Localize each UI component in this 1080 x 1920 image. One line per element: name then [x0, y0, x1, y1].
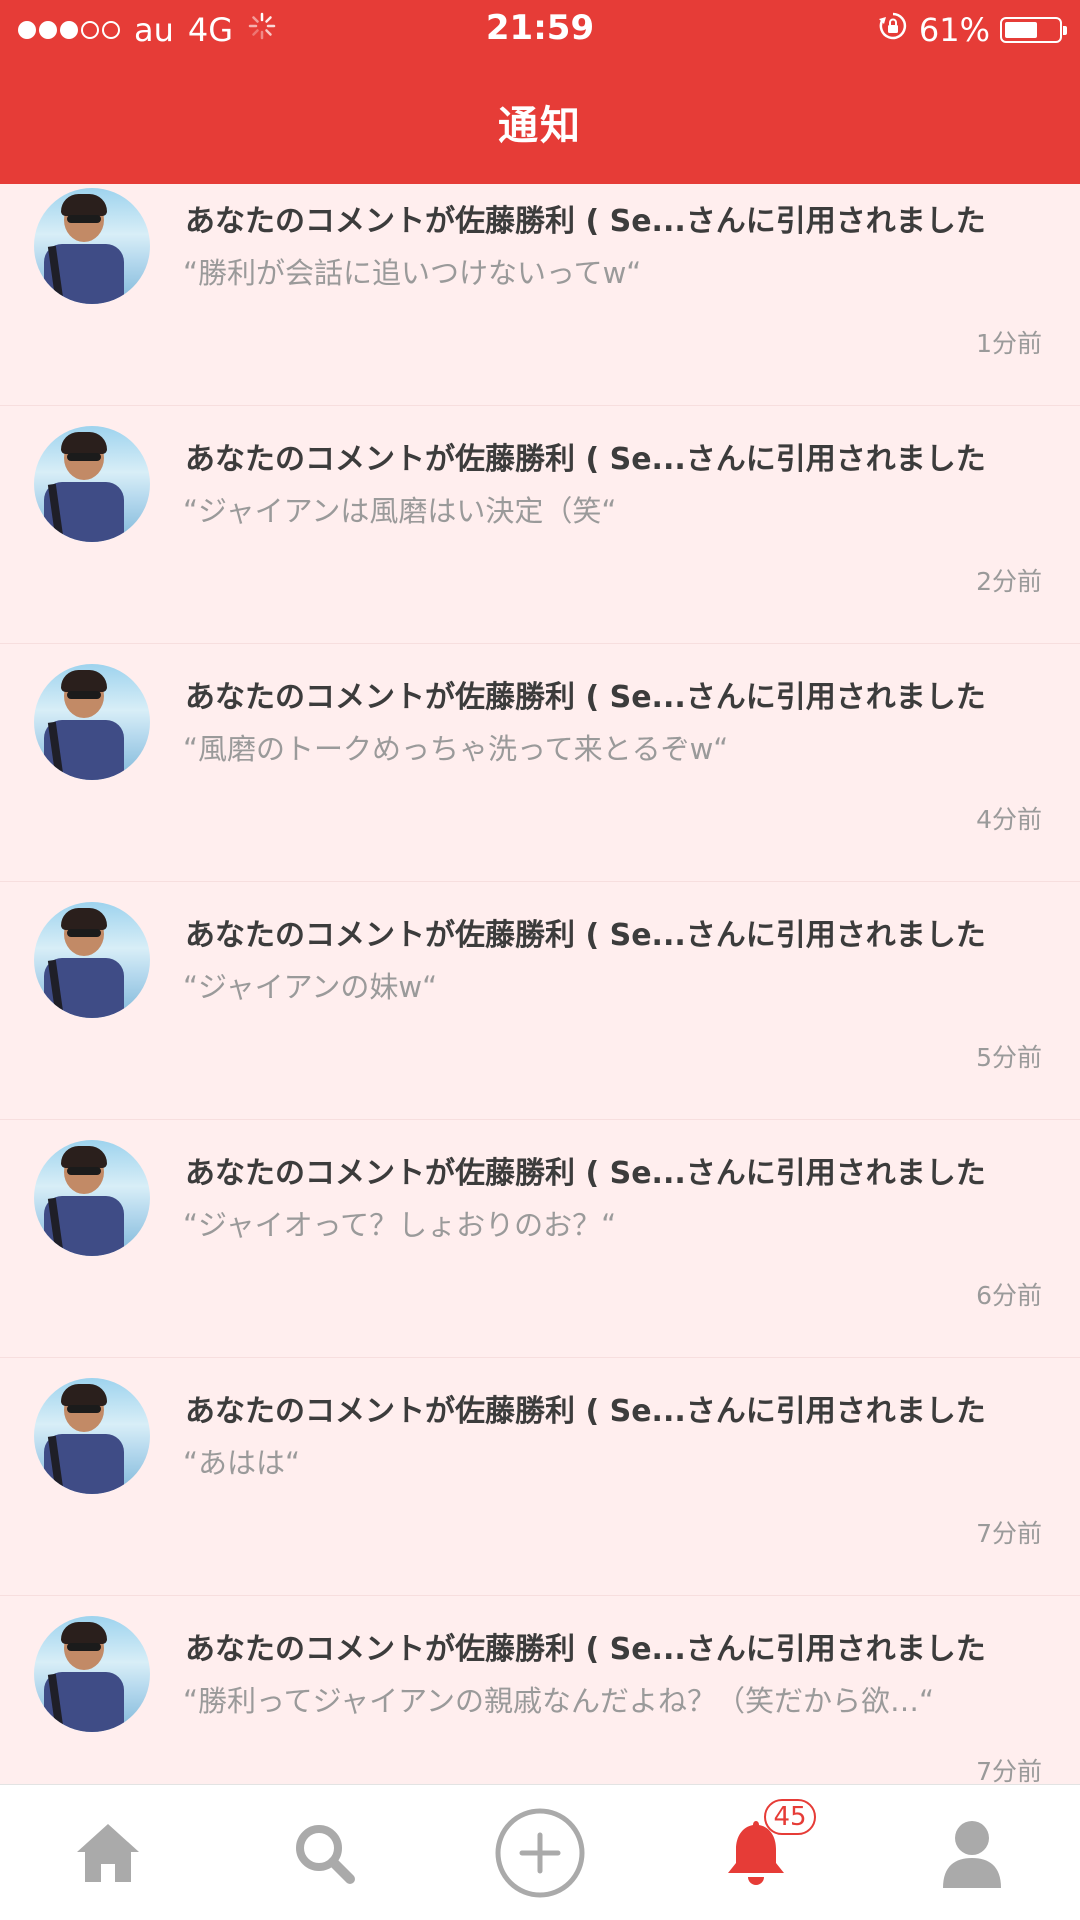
home-icon	[75, 1822, 141, 1884]
battery-tip	[1063, 26, 1067, 35]
notification-item[interactable]: あなたのコメントが佐藤勝利 ( Se...さんに引用されました “勝利ってジャイア…	[0, 1596, 1080, 1784]
battery-icon	[1000, 17, 1067, 43]
tab-search[interactable]	[216, 1785, 432, 1920]
avatar[interactable]	[34, 426, 150, 542]
notification-quote: “勝利が会話に追いつけないってw“	[183, 256, 642, 290]
header: au 4G 21:59 61% 通知	[0, 0, 1080, 184]
avatar-hair	[61, 1146, 107, 1168]
notification-item[interactable]: あなたのコメントが佐藤勝利 ( Se...さんに引用されました “ジャイアンの妹w…	[0, 882, 1080, 1120]
avatar-sunglasses	[67, 1167, 101, 1175]
page-title: 通知	[498, 103, 582, 149]
notification-item[interactable]: あなたのコメントが佐藤勝利 ( Se...さんに引用されました “勝利が会話に追い…	[0, 184, 1080, 406]
tab-home[interactable]	[0, 1785, 216, 1920]
search-icon	[292, 1821, 356, 1885]
notification-time: 1分前	[976, 329, 1042, 358]
notification-quote: “風磨のトークめっちゃ洗って来とるぞw“	[183, 732, 729, 766]
notification-quote: “勝利ってジャイアンの親戚なんだよね？（笑だから欲…“	[183, 1684, 934, 1718]
avatar[interactable]	[34, 902, 150, 1018]
avatar-sunglasses	[67, 453, 101, 461]
notification-title: あなたのコメントが佐藤勝利 ( Se...さんに引用されました	[185, 442, 986, 477]
notification-time: 7分前	[976, 1519, 1042, 1548]
notification-list[interactable]: あなたのコメントが佐藤勝利 ( Se...さんに引用されました “勝利が会話に追い…	[0, 184, 1080, 1784]
notification-title: あなたのコメントが佐藤勝利 ( Se...さんに引用されました	[185, 1156, 986, 1191]
avatar-sunglasses	[67, 1405, 101, 1413]
avatar-hair	[61, 908, 107, 930]
notification-quote: “ジャイアンは風磨はい決定（笑“	[183, 494, 617, 528]
tab-bar: 45	[0, 1784, 1080, 1920]
notification-title: あなたのコメントが佐藤勝利 ( Se...さんに引用されました	[185, 1394, 986, 1429]
avatar[interactable]	[34, 664, 150, 780]
notification-list-content: あなたのコメントが佐藤勝利 ( Se...さんに引用されました “勝利が会話に追い…	[0, 184, 1080, 1784]
notification-quote: “ジャイオって？しょおりのお？“	[183, 1208, 617, 1242]
avatar-sunglasses	[67, 215, 101, 223]
notification-title: あなたのコメントが佐藤勝利 ( Se...さんに引用されました	[185, 1632, 986, 1667]
notification-item[interactable]: あなたのコメントが佐藤勝利 ( Se...さんに引用されました “風磨のトークめっ…	[0, 644, 1080, 882]
avatar[interactable]	[34, 1140, 150, 1256]
battery-fill	[1005, 22, 1037, 38]
avatar-sunglasses	[67, 1643, 101, 1651]
notification-time: 5分前	[976, 1043, 1042, 1072]
notification-time: 4分前	[976, 805, 1042, 834]
notification-count-badge: 45	[764, 1799, 816, 1835]
tab-notifications[interactable]: 45	[648, 1785, 864, 1920]
notification-title: あなたのコメントが佐藤勝利 ( Se...さんに引用されました	[185, 204, 986, 239]
notification-item[interactable]: あなたのコメントが佐藤勝利 ( Se...さんに引用されました “あはは“ 7分前	[0, 1358, 1080, 1596]
title-bar: 通知	[0, 60, 1080, 184]
notification-quote: “あはは“	[183, 1446, 301, 1480]
avatar[interactable]	[34, 188, 150, 304]
screen: au 4G 21:59 61% 通知 あなたのコメントが佐藤勝利 (Se...…	[0, 0, 1080, 1920]
status-bar-right: 61%	[877, 8, 1067, 52]
tab-profile[interactable]	[864, 1785, 1080, 1920]
notification-time: 7分前	[976, 1757, 1042, 1784]
avatar[interactable]	[34, 1378, 150, 1494]
avatar-hair	[61, 670, 107, 692]
notification-item[interactable]: あなたのコメントが佐藤勝利 ( Se...さんに引用されました “ジャイオって？し…	[0, 1120, 1080, 1358]
orientation-lock-icon	[877, 10, 909, 50]
notification-quote: “ジャイアンの妹w“	[183, 970, 438, 1004]
tab-post[interactable]	[432, 1785, 648, 1920]
avatar-sunglasses	[67, 929, 101, 937]
avatar-sunglasses	[67, 691, 101, 699]
notification-title: あなたのコメントが佐藤勝利 ( Se...さんに引用されました	[185, 918, 986, 953]
avatar-hair	[61, 1384, 107, 1406]
status-bar: au 4G 21:59 61%	[0, 0, 1080, 60]
avatar[interactable]	[34, 1616, 150, 1732]
plus-circle-icon	[494, 1807, 586, 1899]
person-icon	[941, 1818, 1003, 1888]
avatar-hair	[61, 194, 107, 216]
notification-time: 2分前	[976, 567, 1042, 596]
battery-percent-label: 61%	[918, 11, 990, 49]
avatar-hair	[61, 1622, 107, 1644]
notification-time: 6分前	[976, 1281, 1042, 1310]
avatar-hair	[61, 432, 107, 454]
notification-item[interactable]: あなたのコメントが佐藤勝利 ( Se...さんに引用されました “ジャイアンは風磨…	[0, 406, 1080, 644]
notification-title: あなたのコメントが佐藤勝利 ( Se...さんに引用されました	[185, 680, 986, 715]
